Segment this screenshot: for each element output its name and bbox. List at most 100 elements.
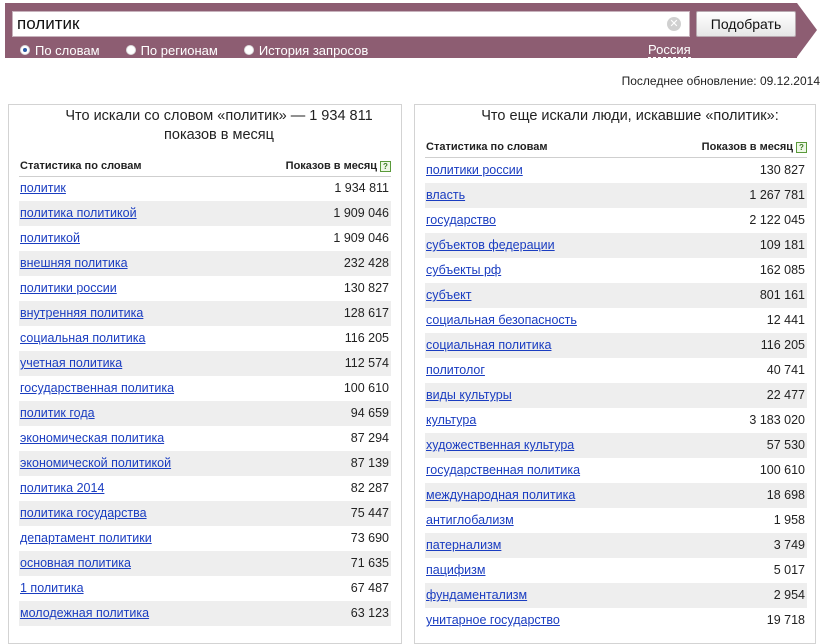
radio-by-words[interactable]: По словам bbox=[20, 43, 100, 58]
last-update-text: Последнее обновление: 09.12.2014 bbox=[621, 74, 820, 88]
keyword-link[interactable]: субъекты рф bbox=[426, 263, 501, 277]
table-row: субъектов федерации 109 181 bbox=[425, 233, 807, 258]
keyword-link[interactable]: политики россии bbox=[426, 163, 523, 177]
table-row: субъекты рф 162 085 bbox=[425, 258, 807, 283]
table-row: молодежная политика 63 123 bbox=[19, 601, 391, 626]
help-icon[interactable]: ? bbox=[380, 160, 391, 172]
table-header: Статистика по словам Показов в месяц ? bbox=[425, 140, 807, 158]
impressions-count: 232 428 bbox=[343, 256, 389, 270]
keyword-link[interactable]: фундаментализм bbox=[426, 588, 527, 602]
impressions-count: 1 909 046 bbox=[333, 231, 389, 245]
keyword-link[interactable]: политика 2014 bbox=[20, 481, 104, 495]
column-header-count-label: Показов в месяц bbox=[285, 160, 377, 172]
keyword-link[interactable]: патернализм bbox=[426, 538, 501, 552]
related-queries-panel: Что еще искали люди, искавшие «политик»:… bbox=[414, 104, 816, 644]
panel-title: Что еще искали люди, искавшие «политик»: bbox=[481, 108, 779, 124]
keyword-link[interactable]: художественная культура bbox=[426, 438, 574, 452]
help-icon[interactable]: ? bbox=[796, 141, 807, 153]
table-row: субъект 801 161 bbox=[425, 283, 807, 308]
keyword-link[interactable]: политик bbox=[20, 181, 66, 195]
keyword-link[interactable]: внутренняя политика bbox=[20, 306, 143, 320]
keyword-link[interactable]: внешняя политика bbox=[20, 256, 128, 270]
keyword-link[interactable]: пацифизм bbox=[426, 563, 485, 577]
keyword-link[interactable]: субъект bbox=[426, 288, 471, 302]
impressions-count: 5 017 bbox=[773, 563, 805, 577]
keyword-link[interactable]: власть bbox=[426, 188, 465, 202]
table-header: Статистика по словам Показов в месяц ? bbox=[19, 159, 391, 177]
keyword-link[interactable]: политика политикой bbox=[20, 206, 137, 220]
radio-unchecked-icon bbox=[125, 45, 136, 55]
impressions-count: 116 205 bbox=[344, 331, 389, 345]
keyword-link[interactable]: государственная политика bbox=[20, 381, 174, 395]
radio-label: История запросов bbox=[258, 42, 369, 58]
table-row: политик года 94 659 bbox=[19, 401, 391, 426]
keyword-link[interactable]: социальная политика bbox=[426, 338, 551, 352]
table-row: власть 1 267 781 bbox=[425, 183, 807, 208]
impressions-count: 130 827 bbox=[759, 163, 805, 177]
table-row: художественная культура 57 530 bbox=[425, 433, 807, 458]
submit-button[interactable]: Подобрать bbox=[696, 11, 796, 37]
table-row: патернализм 3 749 bbox=[425, 533, 807, 558]
keyword-link[interactable]: международная политика bbox=[426, 488, 575, 502]
table-row: учетная политика 112 574 bbox=[19, 351, 391, 376]
keyword-link[interactable]: социальная безопасность bbox=[426, 313, 577, 327]
keyword-link[interactable]: политики россии bbox=[20, 281, 117, 295]
keyword-link[interactable]: государство bbox=[426, 213, 496, 227]
keyword-link[interactable]: государственная политика bbox=[426, 463, 580, 477]
impressions-count: 1 267 781 bbox=[749, 188, 805, 202]
impressions-count: 87 139 bbox=[350, 456, 389, 470]
keyword-link[interactable]: департамент политики bbox=[20, 531, 152, 545]
table-row: социальная политика 116 205 bbox=[425, 333, 807, 358]
impressions-count: 73 690 bbox=[350, 531, 389, 545]
region-link[interactable]: Россия bbox=[648, 42, 691, 58]
table-row: виды культуры 22 477 bbox=[425, 383, 807, 408]
table-row: государственная политика 100 610 bbox=[19, 376, 391, 401]
keyword-link[interactable]: 1 политика bbox=[20, 581, 84, 595]
table-row: социальная безопасность 12 441 bbox=[425, 308, 807, 333]
impressions-count: 130 827 bbox=[343, 281, 389, 295]
table-row: экономическая политика 87 294 bbox=[19, 426, 391, 451]
keyword-link[interactable]: основная политика bbox=[20, 556, 131, 570]
keyword-link[interactable]: учетная политика bbox=[20, 356, 122, 370]
impressions-count: 82 287 bbox=[350, 481, 389, 495]
table-row: внешняя политика 232 428 bbox=[19, 251, 391, 276]
impressions-count: 1 934 811 bbox=[334, 181, 389, 195]
radio-by-regions[interactable]: По регионам bbox=[125, 43, 218, 58]
column-header-word: Статистика по словам bbox=[20, 160, 142, 172]
keyword-link[interactable]: субъектов федерации bbox=[426, 238, 555, 252]
keyword-link[interactable]: политик года bbox=[20, 406, 95, 420]
keyword-link[interactable]: унитарное государство bbox=[426, 613, 560, 627]
radio-query-history[interactable]: История запросов bbox=[243, 42, 369, 58]
column-header-count: Показов в месяц ? bbox=[702, 141, 807, 153]
keyword-link[interactable]: политикой bbox=[20, 231, 80, 245]
keyword-link[interactable]: социальная политика bbox=[20, 331, 145, 345]
table-row: политики россии 130 827 bbox=[425, 158, 807, 183]
related-queries-list: политики россии 130 827 власть 1 267 781 гос… bbox=[425, 158, 807, 633]
table-row: внутренняя политика 128 617 bbox=[19, 301, 391, 326]
keyword-link[interactable]: антиглобализм bbox=[426, 513, 514, 527]
word-stats-panel: Что искали со словом «политик» — 1 934 8… bbox=[8, 104, 402, 644]
column-header-word: Статистика по словам bbox=[426, 141, 548, 153]
impressions-count: 109 181 bbox=[759, 238, 805, 252]
keyword-link[interactable]: культура bbox=[426, 413, 476, 427]
keyword-link[interactable]: молодежная политика bbox=[20, 606, 149, 620]
table-row: культура 3 183 020 bbox=[425, 408, 807, 433]
keyword-link[interactable]: политолог bbox=[426, 363, 485, 377]
impressions-count: 100 610 bbox=[759, 463, 805, 477]
impressions-count: 94 659 bbox=[350, 406, 389, 420]
table-row: департамент политики 73 690 bbox=[19, 526, 391, 551]
keyword-link[interactable]: экономической политикой bbox=[20, 456, 171, 470]
close-icon[interactable]: ✕ bbox=[667, 17, 681, 31]
impressions-count: 75 447 bbox=[350, 506, 389, 520]
impressions-count: 19 718 bbox=[766, 613, 805, 627]
table-row: государство 2 122 045 bbox=[425, 208, 807, 233]
table-row: антиглобализм 1 958 bbox=[425, 508, 807, 533]
impressions-count: 87 294 bbox=[350, 431, 389, 445]
table-row: государственная политика 100 610 bbox=[425, 458, 807, 483]
keyword-link[interactable]: политика государства bbox=[20, 506, 147, 520]
table-row: социальная политика 116 205 bbox=[19, 326, 391, 351]
search-input[interactable] bbox=[17, 13, 657, 35]
impressions-count: 18 698 bbox=[766, 488, 805, 502]
keyword-link[interactable]: экономическая политика bbox=[20, 431, 164, 445]
keyword-link[interactable]: виды культуры bbox=[426, 388, 512, 402]
